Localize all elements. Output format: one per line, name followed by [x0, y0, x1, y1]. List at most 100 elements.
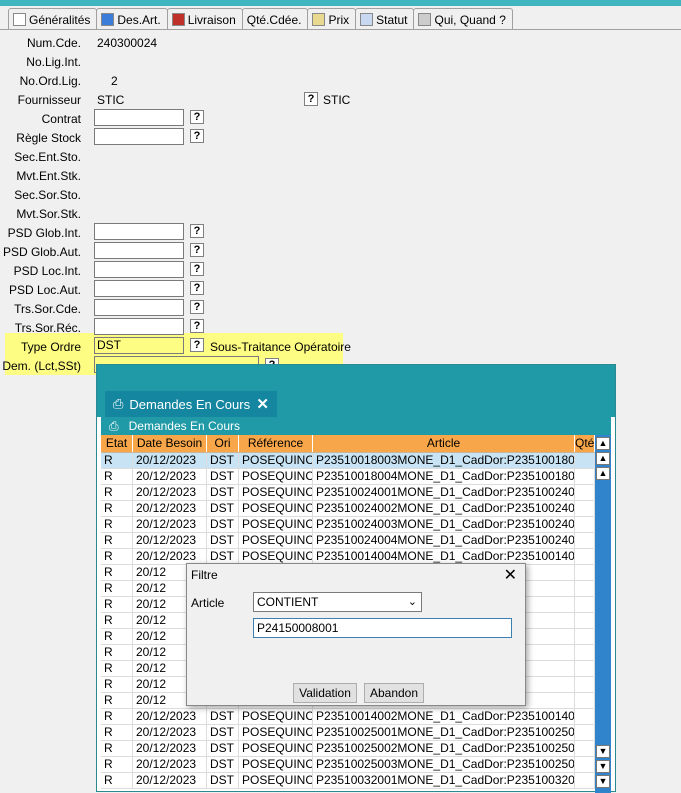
table-cell: [575, 693, 595, 708]
col-date-header[interactable]: Date Besoin: [133, 435, 207, 452]
trs-sor-cde-help-button[interactable]: ?: [190, 300, 204, 314]
table-row[interactable]: R 20/12/2023 DST POSEQUINC P23510018003MONE_…: [101, 453, 595, 469]
table-cell: POSEQUINC: [239, 773, 313, 788]
validation-button[interactable]: Validation: [293, 683, 357, 703]
scroll-down-icon[interactable]: ▼: [596, 745, 610, 758]
table-cell: R: [101, 757, 133, 772]
book-icon: [101, 13, 115, 26]
printer-icon[interactable]: ⎙: [109, 419, 119, 434]
table-row[interactable]: R 20/12/2023 DST POSEQUINC P23510025001MONE_…: [101, 725, 595, 741]
table-cell: P23510018004MONE_D1_CadDor:P23510018004: [313, 469, 575, 484]
mvt-ent-stk-label: Mvt.Ent.Stk.: [16, 169, 81, 183]
table-row[interactable]: R 20/12/2023 DST POSEQUINC P23510024004MONE_…: [101, 533, 595, 549]
contrat-help-button[interactable]: ?: [190, 110, 204, 124]
tab-des-art[interactable]: Des.Art.: [96, 8, 168, 30]
tab-prix[interactable]: Prix: [307, 8, 357, 30]
table-row[interactable]: R 20/12/2023 DST POSEQUINC P23510018004MONE_…: [101, 469, 595, 485]
table-cell: R: [101, 453, 133, 468]
contrat-field[interactable]: [94, 109, 184, 126]
close-tab-icon[interactable]: ✕: [256, 395, 269, 413]
table-cell: POSEQUINC: [239, 709, 313, 724]
table-cell: R: [101, 693, 133, 708]
table-cell: POSEQUINC: [239, 549, 313, 564]
filtre-dialog: Filtre ✕ Article CONTIENT ⌄ P24150008001…: [186, 563, 526, 706]
table-cell: R: [101, 661, 133, 676]
tab-livraison[interactable]: Livraison: [166, 8, 243, 30]
scroll-page-up-icon[interactable]: ▲: [596, 452, 610, 465]
keyboard-icon: [418, 13, 432, 26]
tab-generalites[interactable]: Généralités: [8, 8, 98, 30]
table-cell: 20/12/2023: [133, 709, 207, 724]
table-cell: [575, 725, 595, 740]
table-cell: 20/12/2023: [133, 517, 207, 532]
table-row[interactable]: R 20/12/2023 DST POSEQUINC P23510025003MONE_…: [101, 757, 595, 773]
sec-sor-sto-label: Sec.Sor.Sto.: [14, 188, 81, 202]
table-cell: 20/12/2023: [133, 773, 207, 788]
tab-statut[interactable]: Statut: [355, 8, 415, 30]
table-cell: [575, 773, 595, 788]
regle-stock-field[interactable]: [94, 128, 184, 145]
trs-sor-rec-field[interactable]: [94, 318, 184, 335]
psd-glob-int-field[interactable]: [94, 223, 184, 240]
filtre-value-input[interactable]: P24150008001: [253, 618, 512, 638]
table-cell: R: [101, 709, 133, 724]
mvt-sor-stk-label: Mvt.Sor.Stk.: [16, 207, 81, 221]
psd-glob-aut-help-button[interactable]: ?: [190, 243, 204, 257]
close-icon[interactable]: ✕: [504, 565, 517, 585]
filtre-operator-select[interactable]: CONTIENT ⌄: [253, 592, 422, 612]
abandon-button[interactable]: Abandon: [364, 683, 424, 703]
demandes-tab-label: Demandes En Cours: [129, 396, 251, 412]
vertical-scrollbar[interactable]: ▲ ▲ ▲ ▼ ▼ ▼: [595, 435, 611, 793]
printer-icon: ⎙: [113, 396, 124, 411]
tab-qte-cdee[interactable]: Qté.Cdée.: [241, 8, 309, 30]
col-etat-header[interactable]: Etat: [101, 435, 133, 452]
table-row[interactable]: R 20/12/2023 DST POSEQUINC P23510014002MONE_…: [101, 709, 595, 725]
table-cell: [575, 533, 595, 548]
table-cell: [575, 485, 595, 500]
scroll-bottom-icon[interactable]: ▼: [596, 775, 610, 788]
table-cell: 20/12/2023: [133, 501, 207, 516]
psd-loc-aut-field[interactable]: [94, 280, 184, 297]
col-article-header[interactable]: Article: [313, 435, 575, 452]
scroll-page-down-icon[interactable]: ▼: [596, 760, 610, 773]
col-ori-header[interactable]: Ori: [207, 435, 239, 452]
trs-sor-cde-field[interactable]: [94, 299, 184, 316]
table-cell: [575, 565, 595, 580]
table-cell: [575, 661, 595, 676]
table-cell: [575, 453, 595, 468]
psd-glob-int-help-button[interactable]: ?: [190, 224, 204, 238]
table-row[interactable]: R 20/12/2023 DST POSEQUINC P23510032001MONE_…: [101, 773, 595, 789]
type-ordre-help-button[interactable]: ?: [190, 338, 204, 352]
table-row[interactable]: R 20/12/2023 DST POSEQUINC P23510024003MONE_…: [101, 517, 595, 533]
table-cell: 20/12/2023: [133, 533, 207, 548]
psd-glob-aut-field[interactable]: [94, 242, 184, 259]
regle-stock-help-button[interactable]: ?: [190, 129, 204, 143]
tab-label: Qui, Quand ?: [434, 12, 506, 27]
table-cell: 20/12/2023: [133, 485, 207, 500]
scroll-up-icon[interactable]: ▲: [596, 467, 610, 480]
table-cell: P23510025001MONE_D1_CadDor:P23510025001: [313, 725, 575, 740]
trs-sor-rec-help-button[interactable]: ?: [190, 319, 204, 333]
scroll-top-icon[interactable]: ▲: [596, 437, 610, 450]
tab-qui-quand[interactable]: Qui, Quand ?: [413, 8, 513, 30]
table-row[interactable]: R 20/12/2023 DST POSEQUINC P23510024001MONE_…: [101, 485, 595, 501]
table-cell: DST: [207, 741, 239, 756]
col-qte-header[interactable]: Qté: [575, 435, 595, 452]
fournisseur-help-button[interactable]: ?: [304, 92, 318, 106]
table-cell: R: [101, 677, 133, 692]
psd-loc-int-help-button[interactable]: ?: [190, 262, 204, 276]
psd-loc-aut-help-button[interactable]: ?: [190, 281, 204, 295]
table-row[interactable]: R 20/12/2023 DST POSEQUINC P23510024002MONE_…: [101, 501, 595, 517]
type-ordre-field[interactable]: DST: [94, 337, 184, 354]
col-reference-header[interactable]: Référence: [239, 435, 313, 452]
table-cell: P23510025002MONE_D1_CadDor:P23510025002: [313, 741, 575, 756]
num-cde-value: 240300024: [97, 36, 158, 50]
psd-loc-aut-label: PSD Loc.Aut.: [8, 283, 81, 297]
psd-loc-int-field[interactable]: [94, 261, 184, 278]
table-row[interactable]: R 20/12/2023 DST POSEQUINC P23510025002MONE_…: [101, 741, 595, 757]
sec-ent-sto-label: Sec.Ent.Sto.: [14, 150, 81, 164]
table-cell: DST: [207, 773, 239, 788]
demandes-tab[interactable]: ⎙ Demandes En Cours ✕: [105, 391, 277, 417]
table-cell: R: [101, 741, 133, 756]
table-cell: [575, 613, 595, 628]
